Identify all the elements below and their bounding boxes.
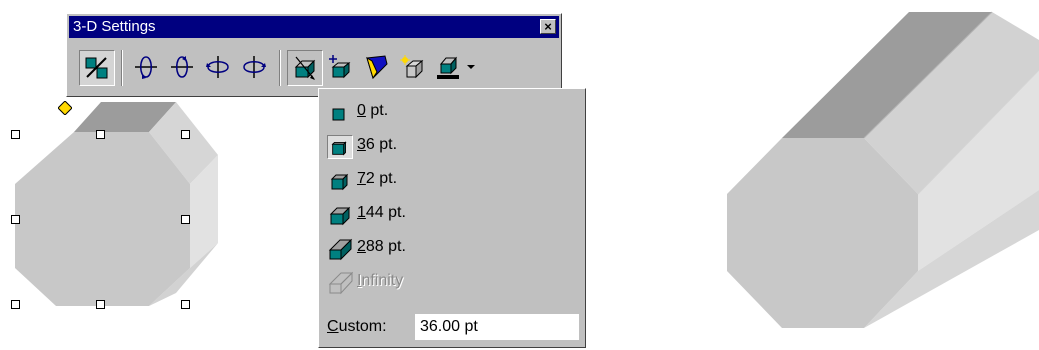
depth-72pt-icon [330,173,349,191]
selection-handle-bottom-left[interactable] [11,300,20,309]
3d-settings-toolbar: 3-D Settings × [66,13,562,97]
toolbar-separator [279,50,281,86]
adjustment-handle[interactable] [58,101,72,115]
menu-item-label: nfinity [361,272,404,289]
toolbar-separator [121,50,123,86]
selection-handle-bottom[interactable] [96,300,105,309]
depth-option-0pt[interactable]: 0 pt. [323,97,581,127]
depth-option-infinity: Infinity [323,267,581,297]
depth-infinity-icon [328,271,353,295]
lighting-icon [366,55,388,80]
selection-handle-top-left[interactable] [11,130,20,139]
tilt-left-button[interactable] [201,50,237,86]
depth-menu: 0 pt. 36 pt. 72 pt. 144 pt. 288 pt. Infi… [318,88,586,348]
tilt-right-icon [243,56,266,78]
menu-item-label: 44 pt. [365,204,406,221]
depth-0pt-icon [332,108,345,121]
chevron-down-icon [467,65,475,69]
close-button[interactable]: × [540,19,556,34]
prism-front-face [727,138,918,328]
depth-option-72pt[interactable]: 72 pt. [323,165,581,195]
3d-on-off-icon [85,57,108,79]
tilt-up-button[interactable] [165,50,201,86]
custom-depth-row: Custom: [323,313,581,341]
accelerator: 0 [357,102,366,119]
depth-icon [294,56,316,80]
accelerator: 7 [357,170,366,187]
tilt-down-icon [135,56,157,79]
octagon-front-face [15,132,190,306]
direction-button[interactable] [323,50,359,86]
3d-color-button[interactable] [431,50,481,86]
tilt-up-icon [171,56,193,78]
custom-depth-input[interactable] [415,314,579,340]
selection-handle-top-right[interactable] [181,130,190,139]
extruded-octagon-preview [727,11,1039,328]
menu-item-label: 2 pt. [365,170,398,187]
menu-item-label: 88 pt. [365,238,406,255]
tilt-right-button[interactable] [237,50,273,86]
selection-handle-left[interactable] [11,215,20,224]
lighting-button[interactable] [359,50,395,86]
selection-handle-right[interactable] [181,215,190,224]
tilt-down-button[interactable] [129,50,165,86]
menu-item-label: 6 pt. [365,136,398,153]
tilt-left-icon [206,56,229,78]
accelerator: 3 [357,136,366,153]
custom-depth-label: Custom: [327,318,387,335]
surface-icon [400,55,424,79]
toolbar-titlebar[interactable]: 3-D Settings × [69,16,559,38]
depth-option-144pt[interactable]: 144 pt. [323,199,581,229]
depth-option-36pt[interactable]: 36 pt. [323,131,581,161]
accelerator: 1 [357,204,366,221]
surface-button[interactable] [395,50,431,86]
close-icon: × [544,19,552,34]
toolbar-title: 3-D Settings [73,18,156,35]
selection-handle-top[interactable] [96,130,105,139]
selection-handle-bottom-right[interactable] [181,300,190,309]
depth-button[interactable] [287,50,323,86]
depth-36pt-icon [327,135,353,159]
depth-288pt-icon [328,238,353,261]
accelerator: 2 [357,238,366,255]
3d-color-icon [437,56,459,79]
depth-144pt-icon [329,206,351,226]
3d-on-off-button[interactable] [79,50,115,86]
direction-icon [329,55,351,79]
depth-option-288pt[interactable]: 288 pt. [323,233,581,263]
menu-item-label: pt. [365,102,389,119]
